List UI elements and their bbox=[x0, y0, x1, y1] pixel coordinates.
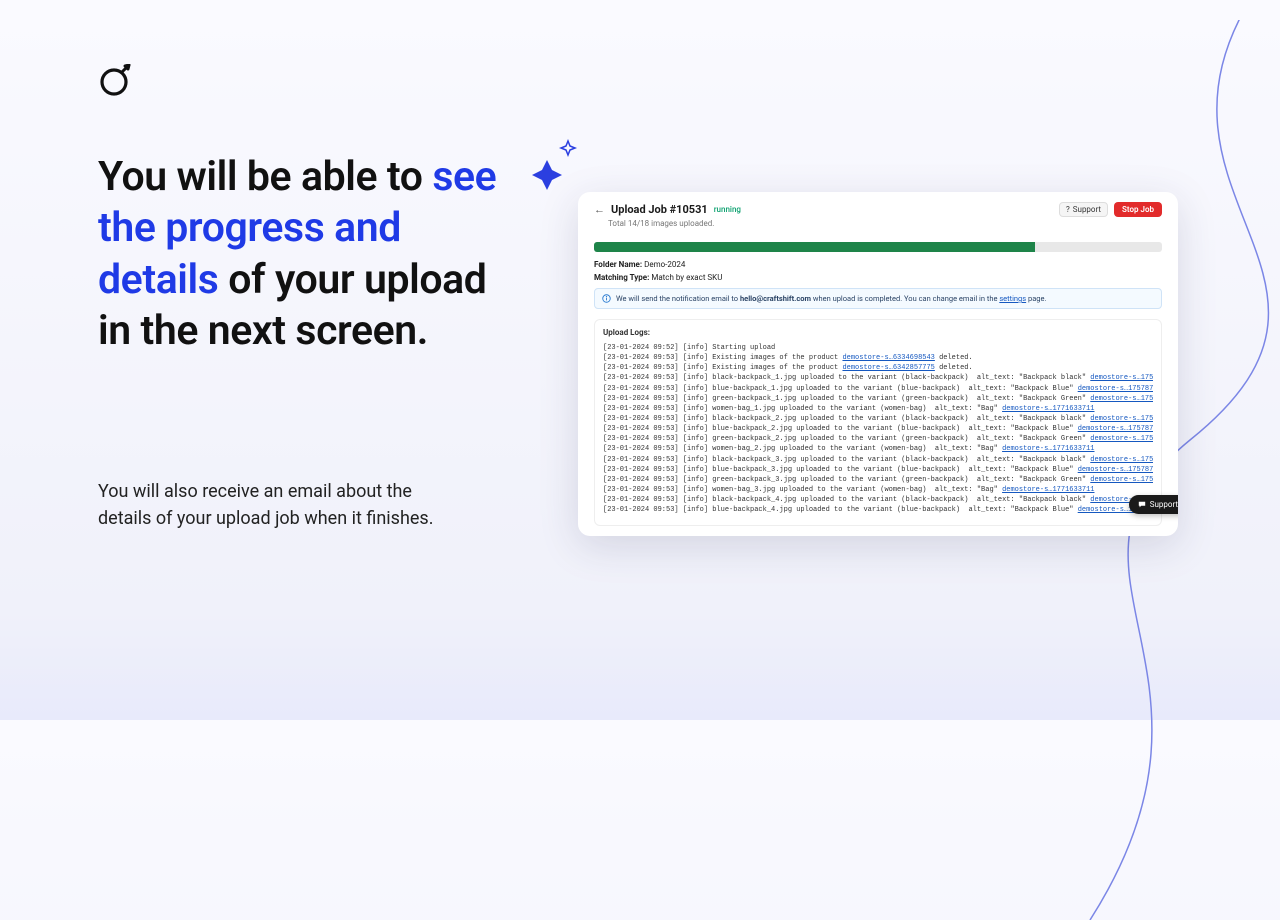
upload-job-panel: ← Upload Job #10531 running ? Support St… bbox=[578, 192, 1178, 536]
info-icon bbox=[602, 294, 611, 303]
upload-logs: [23-01-2024 09:52] [info] Starting uploa… bbox=[603, 343, 1153, 525]
chat-icon bbox=[1138, 501, 1146, 509]
back-arrow-icon[interactable]: ← bbox=[594, 203, 605, 216]
floating-support-button[interactable]: Support bbox=[1129, 495, 1178, 514]
brand-logo-icon bbox=[98, 64, 132, 98]
upload-count-text: Total 14/18 images uploaded. bbox=[608, 219, 1162, 228]
progress-fill bbox=[594, 242, 1035, 252]
panel-title: Upload Job #10531 bbox=[611, 203, 708, 216]
support-button[interactable]: ? Support bbox=[1059, 202, 1108, 217]
stop-job-button[interactable]: Stop Job bbox=[1114, 202, 1162, 217]
question-icon: ? bbox=[1066, 205, 1070, 214]
folder-name-row: Folder Name: Demo-2024 bbox=[594, 260, 1162, 269]
sparkle-icon bbox=[522, 136, 582, 196]
email-notice: We will send the notification email to h… bbox=[594, 288, 1162, 309]
logs-title: Upload Logs: bbox=[603, 328, 1153, 337]
matching-type-row: Matching Type: Match by exact SKU bbox=[594, 273, 1162, 282]
status-badge: running bbox=[714, 205, 741, 214]
hero-subtext: You will also receive an email about the… bbox=[98, 478, 458, 532]
logs-card: Upload Logs: [23-01-2024 09:52] [info] S… bbox=[594, 319, 1162, 526]
progress-bar bbox=[594, 242, 1162, 252]
hero-headline: You will be able to see the progress and… bbox=[98, 152, 518, 357]
settings-link[interactable]: settings bbox=[999, 294, 1026, 303]
